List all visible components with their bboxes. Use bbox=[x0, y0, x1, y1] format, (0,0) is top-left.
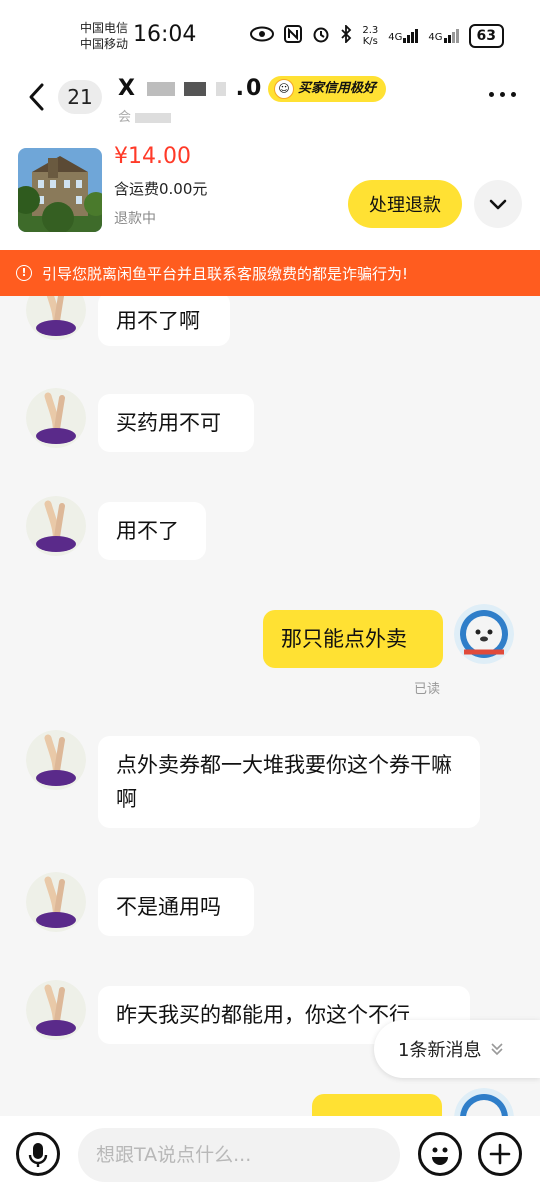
nfc-icon bbox=[284, 25, 303, 47]
input-bar bbox=[0, 1116, 540, 1200]
signal-icon-1: 4G bbox=[388, 29, 419, 43]
chevron-down-icon bbox=[489, 199, 507, 210]
clock: 16:04 bbox=[133, 22, 197, 47]
seller-subtitle: 会 bbox=[118, 106, 172, 125]
alarm-icon bbox=[312, 25, 330, 47]
seller-name[interactable]: X .0 bbox=[118, 76, 263, 101]
unread-count-badge[interactable]: 21 bbox=[58, 80, 102, 114]
message-bubble[interactable]: 不是通用吗 bbox=[98, 878, 254, 936]
message-input[interactable] bbox=[78, 1128, 400, 1182]
expand-card-button[interactable] bbox=[474, 180, 522, 228]
product-price: ¥14.00 bbox=[114, 144, 191, 169]
other-avatar[interactable] bbox=[26, 296, 86, 340]
shipping-fee: 含运费0.00元 bbox=[114, 180, 208, 198]
microphone-icon bbox=[28, 1143, 48, 1167]
warning-text: 引导您脱离闲鱼平台并且联系客服缴费的都是诈骗行为! bbox=[42, 264, 409, 283]
more-options-icon[interactable] bbox=[489, 92, 516, 97]
other-avatar[interactable] bbox=[26, 730, 86, 790]
message-bubble[interactable]: 买药用不可 bbox=[98, 394, 254, 452]
handle-refund-button[interactable]: 处理退款 bbox=[348, 180, 462, 228]
eye-icon bbox=[250, 26, 275, 46]
chat-header: 21 X .0 会 ☺ 买家信用极好 bbox=[0, 70, 540, 136]
product-card[interactable]: ¥14.00 含运费0.00元 退款中 处理退款 bbox=[0, 136, 540, 250]
carrier-2: 中国移动 bbox=[80, 37, 129, 51]
new-messages-button[interactable]: 1条新消息 bbox=[374, 1020, 540, 1078]
new-messages-label: 1条新消息 bbox=[398, 1040, 482, 1061]
emoji-button[interactable] bbox=[418, 1132, 462, 1176]
my-avatar[interactable] bbox=[454, 604, 514, 664]
product-thumbnail[interactable] bbox=[18, 148, 102, 232]
add-attachment-button[interactable] bbox=[478, 1132, 522, 1176]
censored-text bbox=[146, 82, 175, 96]
other-avatar[interactable] bbox=[26, 980, 86, 1040]
my-avatar[interactable] bbox=[454, 1088, 514, 1116]
other-avatar[interactable] bbox=[26, 388, 86, 448]
bluetooth-icon bbox=[340, 23, 352, 47]
other-avatar[interactable] bbox=[26, 496, 86, 556]
battery-indicator: 63 bbox=[468, 24, 504, 48]
back-icon[interactable] bbox=[24, 80, 52, 114]
carrier-1: 中国电信 bbox=[80, 21, 129, 35]
warning-icon: ! bbox=[16, 265, 32, 281]
my-message-bubble[interactable]: 那只能点外卖 bbox=[263, 610, 443, 668]
status-icons: 2.3 K/s 4G 4G 63 bbox=[250, 23, 504, 48]
read-receipt: 已读 bbox=[414, 682, 441, 697]
smiley-icon: ☺ bbox=[274, 79, 294, 99]
credit-badge[interactable]: ☺ 买家信用极好 bbox=[268, 76, 387, 102]
carrier-info: 中国电信 中国移动 bbox=[80, 20, 128, 52]
chat-messages[interactable]: 用不了啊 买药用不可 用不了 那只能点外卖 已读 点外卖券都一大堆我要你这个券干… bbox=[0, 296, 540, 1116]
message-bubble[interactable]: 用不了啊 bbox=[98, 296, 230, 346]
other-avatar[interactable] bbox=[26, 872, 86, 932]
signal-icon-2: 4G bbox=[428, 29, 459, 43]
smiley-icon bbox=[432, 1147, 448, 1165]
order-status: 退款中 bbox=[114, 211, 156, 227]
net-speed: 2.3 K/s bbox=[362, 25, 379, 47]
censored-text bbox=[184, 82, 207, 96]
plus-icon bbox=[489, 1143, 511, 1165]
message-bubble[interactable]: 用不了 bbox=[98, 502, 206, 560]
my-message-bubble-partial[interactable] bbox=[312, 1094, 442, 1116]
voice-input-button[interactable] bbox=[16, 1132, 60, 1176]
status-bar: 中国电信 中国移动 16:04 2.3 K/s 4G 4G 63 bbox=[0, 0, 540, 70]
fraud-warning-bar: ! 引导您脱离闲鱼平台并且联系客服缴费的都是诈骗行为! bbox=[0, 250, 540, 296]
message-bubble[interactable]: 点外卖券都一大堆我要你这个券干嘛啊 bbox=[98, 736, 480, 828]
censored-text bbox=[215, 82, 226, 96]
double-chevron-down-icon bbox=[491, 1043, 504, 1056]
